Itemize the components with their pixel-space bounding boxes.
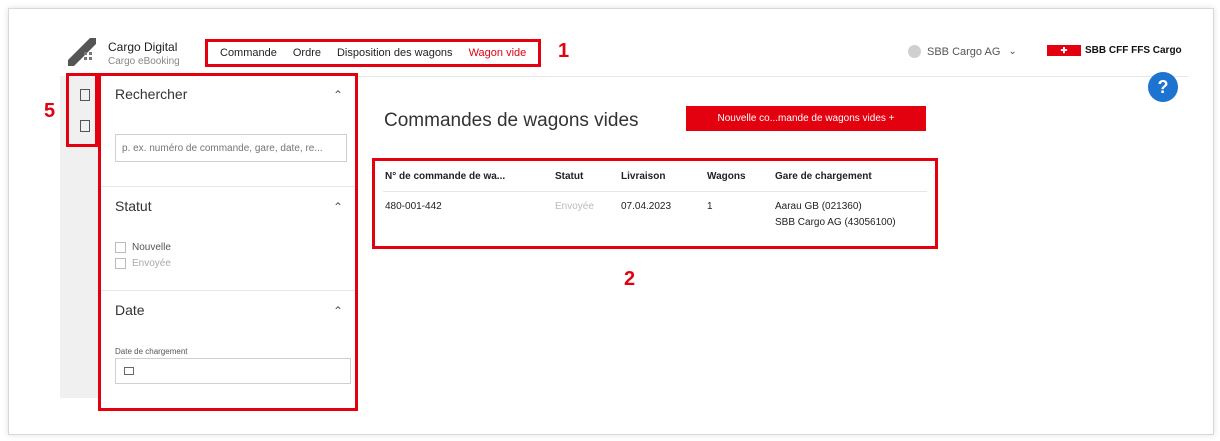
loading-date-field[interactable] — [115, 358, 351, 384]
app-name: Cargo Digital — [108, 40, 178, 54]
brand-name: SBB CFF FFS Cargo — [1085, 45, 1182, 56]
date-label: Date de chargement — [115, 347, 188, 356]
status-option-label: Nouvelle — [132, 242, 171, 253]
header-divider — [383, 191, 927, 192]
help-button[interactable]: ? — [1148, 72, 1178, 102]
main-nav: Commande Ordre Disposition des wagons Wa… — [205, 39, 542, 67]
checkbox[interactable] — [115, 242, 126, 253]
column-header[interactable]: Livraison — [621, 171, 665, 182]
chevron-up-icon[interactable]: ⌃ — [333, 200, 343, 214]
chevron-up-icon[interactable]: ⌃ — [333, 304, 343, 318]
new-order-button[interactable]: Nouvelle co...mande de wagons vides + — [686, 106, 926, 131]
status-section-title: Statut — [115, 198, 152, 214]
swiss-flag-icon: ✚ — [1047, 45, 1081, 56]
app-subtitle: Cargo eBooking — [108, 56, 180, 67]
account-menu[interactable]: SBB Cargo AG ⌄ — [908, 45, 1017, 58]
nav-commande[interactable]: Commande — [220, 47, 277, 59]
status-option-label: Envoyée — [132, 258, 171, 269]
brand: Cargo Digital Cargo eBooking — [108, 40, 180, 67]
station-company: SBB Cargo AG (43056100) — [775, 217, 896, 228]
chevron-down-icon: ⌄ — [1008, 46, 1017, 57]
divider — [101, 186, 355, 187]
search-input[interactable] — [115, 134, 347, 162]
user-icon — [908, 45, 921, 58]
status-option-nouvelle[interactable]: Nouvelle — [115, 242, 171, 253]
document-search-icon[interactable] — [80, 120, 90, 132]
order-number: 480-001-442 — [385, 201, 442, 212]
callout-1: 1 — [558, 40, 570, 62]
column-header[interactable]: Statut — [555, 171, 583, 182]
delivery-date: 07.04.2023 — [621, 201, 672, 212]
page-title: Commandes de wagons vides — [384, 110, 639, 131]
orders-table: N° de commande de wa... Statut Livraison… — [372, 158, 938, 249]
callout-2: 2 — [624, 268, 636, 290]
divider — [101, 290, 355, 291]
status-option-envoyee[interactable]: Envoyée — [115, 258, 171, 269]
rail-icons — [66, 73, 98, 147]
account-name: SBB Cargo AG — [927, 45, 1001, 58]
date-section-title: Date — [115, 302, 145, 318]
nav-ordre[interactable]: Ordre — [293, 47, 321, 59]
calendar-icon[interactable] — [124, 367, 134, 375]
document-icon[interactable] — [80, 89, 90, 101]
column-header[interactable]: Gare de chargement — [775, 171, 872, 182]
cargo-logo-icon — [68, 38, 96, 66]
nav-disposition[interactable]: Disposition des wagons — [337, 47, 453, 59]
search-section-title: Rechercher — [115, 86, 188, 102]
nav-wagon-vide[interactable]: Wagon vide — [469, 47, 527, 59]
checkbox[interactable] — [115, 258, 126, 269]
column-header[interactable]: N° de commande de wa... — [385, 171, 505, 182]
sbb-logo: ✚ SBB CFF FFS Cargo — [1047, 45, 1182, 56]
status-cell: Envoyée — [555, 201, 594, 212]
callout-5: 5 — [44, 100, 56, 122]
wagon-count: 1 — [707, 201, 713, 212]
filter-panel: Rechercher ⌃ Statut ⌃ Nouvelle Envoyée D… — [98, 73, 358, 411]
chevron-up-icon[interactable]: ⌃ — [333, 88, 343, 102]
column-header[interactable]: Wagons — [707, 171, 746, 182]
station-name: Aarau GB (021360) — [775, 201, 862, 212]
top-bar: Cargo Digital Cargo eBooking Commande Or… — [60, 32, 1188, 77]
